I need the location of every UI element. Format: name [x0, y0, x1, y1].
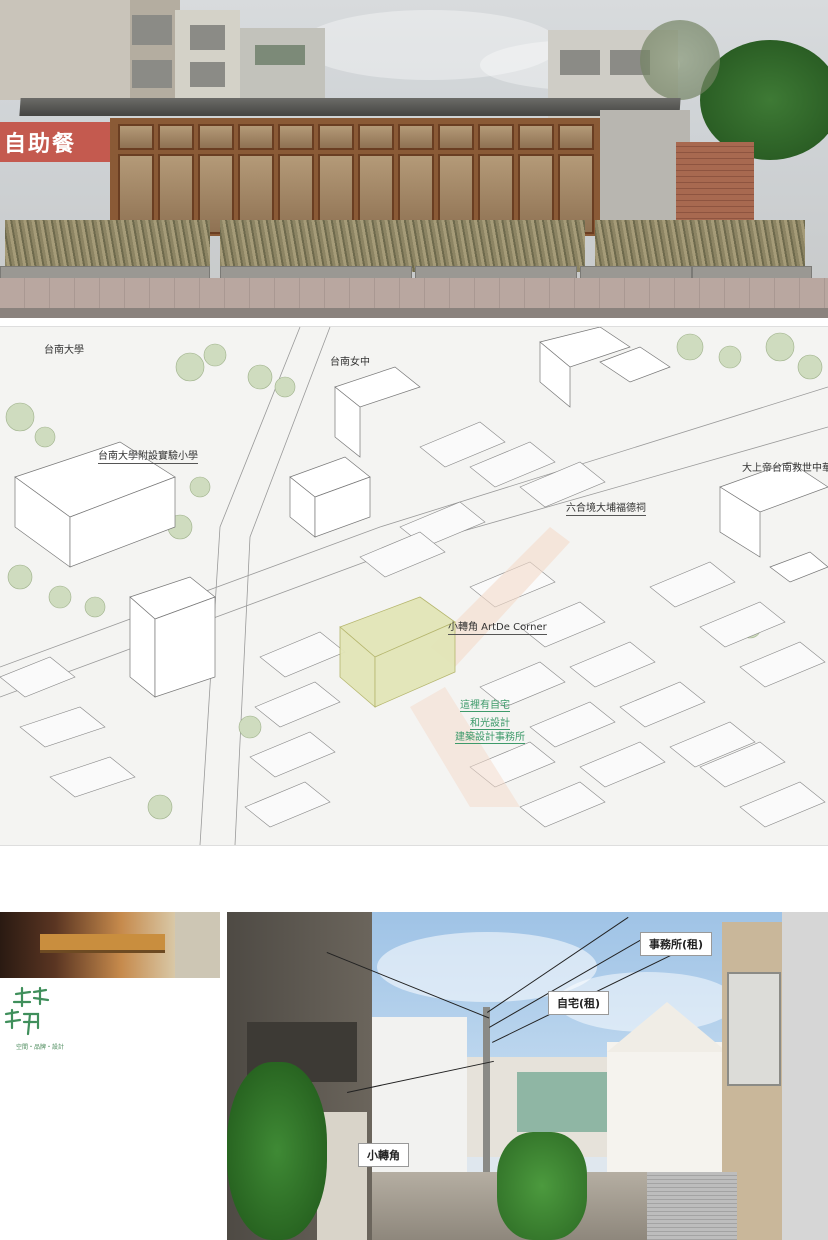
- map-label-fude-temple: 六合境大埔福德祠: [566, 499, 646, 516]
- map-label-experimental-school: 台南大學附設實驗小學: [98, 447, 198, 464]
- map-label-tainan-girls-high: 台南女中: [330, 357, 370, 368]
- map-label-residence: 這裡有自宅: [460, 696, 510, 712]
- callout-small-corner: 小轉角: [358, 1143, 409, 1167]
- sketch-site-map: 台南大學 台南女中 台南大學附設實驗小學 六合境大埔福德祠 大上帝台南救世中華總…: [0, 326, 828, 846]
- interior-detail-photo: [0, 912, 220, 978]
- map-label-church: 大上帝台南救世中華總會: [742, 463, 828, 474]
- brand-panel: 空間・品牌・設計: [0, 912, 220, 1240]
- brand-logo-icon: [4, 986, 50, 1036]
- wooden-facade: [110, 118, 605, 236]
- map-label-artde-corner: 小轉角 ArtDe Corner: [448, 618, 547, 635]
- shop-sign: 自助餐: [4, 132, 77, 157]
- alley-photo: 事務所(租) 自宅(租) 小轉角: [227, 912, 828, 1240]
- map-label-tainan-university: 台南大學: [44, 345, 84, 356]
- callout-home-rent: 自宅(租): [548, 991, 610, 1015]
- map-label-architecture-office: 建築設計事務所: [455, 728, 525, 744]
- storefront-photo: 自助餐: [0, 0, 828, 318]
- callout-office-rent: 事務所(租): [640, 932, 713, 956]
- map-sketch-lines: [0, 327, 828, 845]
- logo-tagline: 空間・品牌・設計: [16, 1044, 65, 1051]
